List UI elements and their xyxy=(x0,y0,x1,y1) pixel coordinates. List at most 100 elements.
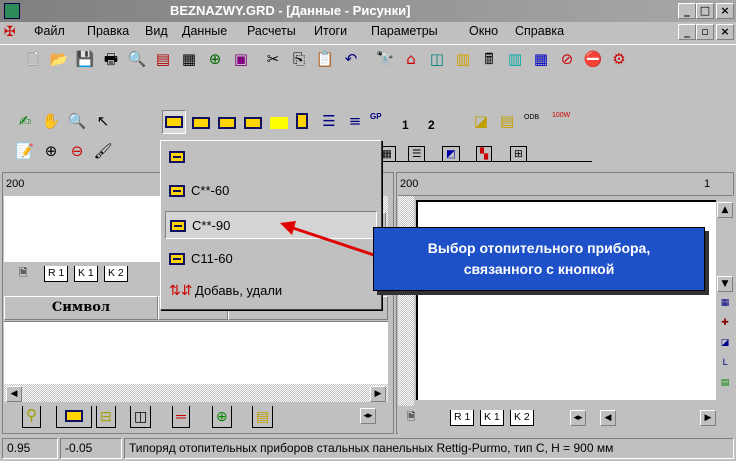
menu-edit[interactable]: Правка xyxy=(87,24,129,38)
obj-tab-nav[interactable]: ◂▸ xyxy=(360,408,376,424)
mdi-restore-button[interactable]: ▫ xyxy=(696,24,714,40)
close-button[interactable]: × xyxy=(716,3,734,19)
dropdown-item-add-remove[interactable]: ⇅⇵ Добавь, удали xyxy=(165,277,377,305)
radiator-type-1-icon[interactable] xyxy=(192,117,210,129)
left-hscroll[interactable] xyxy=(4,384,388,402)
left-scroll-right[interactable]: ▶ xyxy=(370,386,386,402)
print-icon[interactable]: 🖶 xyxy=(100,48,122,70)
undo-icon[interactable]: ↶ xyxy=(340,48,362,70)
copy-icon[interactable]: ⎘ xyxy=(288,48,310,70)
obj-tab-fitting[interactable]: ⊕ xyxy=(212,406,232,428)
pointer-icon[interactable]: ↖ xyxy=(92,110,114,132)
menu-window[interactable]: Окно xyxy=(469,24,498,38)
radiator-type-2-icon[interactable] xyxy=(218,117,236,129)
maximize-button[interactable]: □ xyxy=(696,3,714,19)
mdi-close-button[interactable]: × xyxy=(716,24,734,40)
radiator-select-button[interactable] xyxy=(162,110,186,134)
power-button[interactable]: 100W xyxy=(552,112,570,119)
obj-tab-room[interactable]: ◫ xyxy=(130,406,152,428)
brush-icon[interactable]: 🖌 xyxy=(92,140,114,162)
obj-tab-radiator[interactable] xyxy=(56,406,92,428)
element-tab-blue[interactable]: ◩ xyxy=(442,146,460,162)
element-tab-grid[interactable]: ⊞ xyxy=(510,146,527,162)
menu-params[interactable]: Параметры xyxy=(371,24,438,38)
table-icon[interactable]: ▦ xyxy=(178,48,200,70)
left-sheet-icon[interactable]: 🗎 xyxy=(16,266,31,282)
right-tab-k1[interactable]: K 1 xyxy=(480,410,504,426)
paste-icon[interactable]: 📋 xyxy=(314,48,336,70)
convector-icon[interactable] xyxy=(296,113,308,129)
list-icon[interactable]: ▤ xyxy=(496,110,518,132)
app-icon[interactable] xyxy=(4,3,20,19)
minimize-button[interactable]: _ xyxy=(678,3,696,19)
radiator-type-4-icon[interactable] xyxy=(270,117,288,129)
menu-totals[interactable]: Итоги xyxy=(314,24,347,38)
new-file-icon[interactable]: 🗋 xyxy=(22,48,44,70)
right-sheet-icon[interactable]: 🗎 xyxy=(404,410,419,426)
menu-file[interactable]: Файл xyxy=(34,24,65,38)
col-symbol[interactable]: Символ xyxy=(4,296,158,320)
zoom-in-icon[interactable]: 🔍 xyxy=(66,110,88,132)
grid-icon[interactable]: ▦ xyxy=(530,48,552,70)
right-tab-r1[interactable]: R 1 xyxy=(450,410,475,426)
level-2-button[interactable]: 2 xyxy=(428,118,435,132)
mdi-minimize-button[interactable]: _ xyxy=(678,24,696,40)
marker-icon[interactable]: ◪ xyxy=(470,110,492,132)
obj-tab-list[interactable]: ▤ xyxy=(252,406,274,428)
right-grid-icon[interactable]: ▦ xyxy=(717,296,733,312)
right-scroll-up[interactable]: ▲ xyxy=(717,202,733,218)
house-icon[interactable]: ⌂ xyxy=(400,48,422,70)
menu-data[interactable]: Данные xyxy=(182,24,227,38)
element-tab-lines[interactable]: ☰ xyxy=(408,146,426,162)
right-tool-2-icon[interactable]: ◪ xyxy=(717,336,733,352)
print-preview-icon[interactable]: 🔍 xyxy=(126,48,148,70)
left-scroll-left[interactable]: ◀ xyxy=(6,386,22,402)
gp-button[interactable]: GP xyxy=(370,112,382,121)
hand-tool-icon[interactable]: ✋ xyxy=(40,110,62,132)
no-entry-icon[interactable]: ⛔ xyxy=(582,48,604,70)
radiator-icon[interactable]: ▥ xyxy=(452,48,474,70)
right-vscroll[interactable]: ▲ ▼ ▦ ✚ ◪ L ▤ xyxy=(716,196,734,406)
page-setup-icon[interactable]: ▤ xyxy=(152,48,174,70)
open-folder-icon[interactable]: 📂 xyxy=(48,48,70,70)
obj-tab-valve[interactable]: ⚲ xyxy=(22,406,41,428)
calculator-icon[interactable]: 🖩 xyxy=(478,48,500,70)
right-tab-k2[interactable]: K 2 xyxy=(510,410,534,426)
left-tab-k1[interactable]: K 1 xyxy=(74,266,98,282)
menu-calc[interactable]: Расчеты xyxy=(247,24,296,38)
stop-icon[interactable]: ⊘ xyxy=(556,48,578,70)
pipe-icon[interactable]: ▥ xyxy=(504,48,526,70)
right-tool-1-icon[interactable]: ✚ xyxy=(717,316,733,332)
cut-icon[interactable]: ✂ xyxy=(262,48,284,70)
doc-icon[interactable]: ✠ xyxy=(4,24,20,40)
right-hscroll-right[interactable]: ▶ xyxy=(700,410,716,426)
properties-icon[interactable]: 📝 xyxy=(14,140,36,162)
dropdown-item-c60[interactable]: C**-60 xyxy=(165,177,377,205)
element-tab-red[interactable]: ▚ xyxy=(476,146,493,162)
right-hscroll-left[interactable]: ◀ xyxy=(600,410,616,426)
dropdown-item-default[interactable] xyxy=(165,143,377,171)
left-table-body[interactable] xyxy=(4,322,388,384)
chart-icon[interactable]: ▣ xyxy=(230,48,252,70)
right-tab-nav[interactable]: ◂▸ xyxy=(570,410,586,426)
room-icon[interactable]: ◫ xyxy=(426,48,448,70)
wheel-icon[interactable]: ⚙ xyxy=(608,48,630,70)
right-tool-4-icon[interactable]: ▤ xyxy=(717,376,733,392)
menu-view[interactable]: Вид xyxy=(145,24,168,38)
zoom-minus-icon[interactable]: ⊖ xyxy=(66,140,88,162)
pipes-icon[interactable]: ☰ xyxy=(318,110,340,132)
zoom-plus-icon[interactable]: ⊕ xyxy=(40,140,62,162)
zoom-doc-icon[interactable]: ⊕ xyxy=(204,48,226,70)
pipes-double-icon[interactable]: ≡ xyxy=(344,110,366,132)
edit-tool-icon[interactable]: ✍ xyxy=(14,110,36,132)
odb-button[interactable]: ODB xyxy=(524,114,539,121)
save-icon[interactable]: 💾 xyxy=(74,48,96,70)
radiator-type-3-icon[interactable] xyxy=(244,117,262,129)
obj-tab-gp[interactable]: ⊟ xyxy=(96,406,116,428)
find-icon[interactable]: 🔭 xyxy=(374,48,396,70)
right-scroll-down[interactable]: ▼ xyxy=(717,276,733,292)
left-tab-r1[interactable]: R 1 xyxy=(44,266,69,282)
right-tool-3-icon[interactable]: L xyxy=(717,356,733,372)
level-1-button[interactable]: 1 xyxy=(402,118,409,132)
obj-tab-pipe[interactable]: ═ xyxy=(172,406,190,428)
